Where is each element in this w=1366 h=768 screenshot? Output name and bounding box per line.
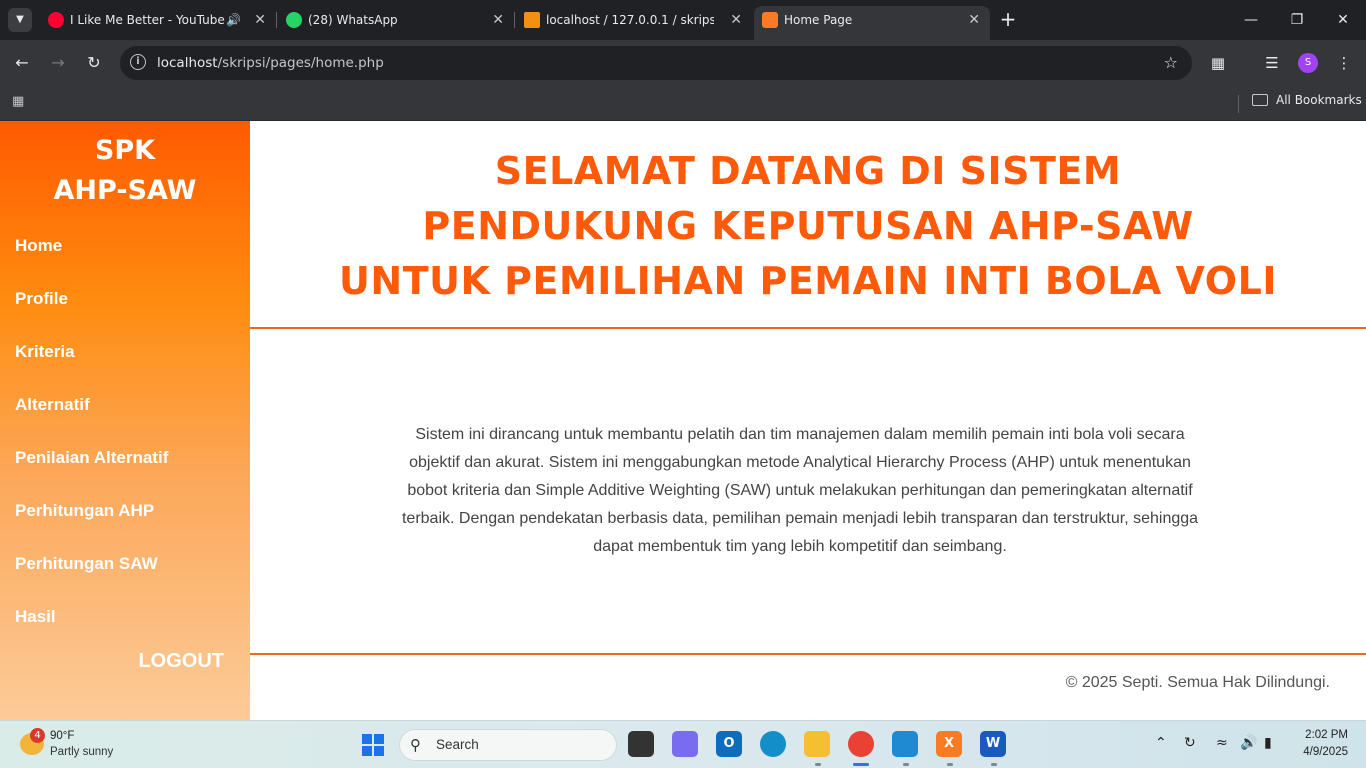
sidebar-item-penilaian-alternatif[interactable]: Penilaian Alternatif <box>15 448 168 468</box>
battery-icon[interactable]: ▮ <box>1264 735 1272 751</box>
word-icon[interactable]: W <box>980 731 1006 757</box>
media-controls-icon[interactable]: ☰ <box>1260 51 1284 75</box>
headline-line3: UNTUK PEMILIHAN PEMAIN INTI BOLA VOLI <box>339 259 1277 303</box>
sidebar: SPK AHP-SAW Home Profile Kriteria Altern… <box>0 121 250 720</box>
url-path: /skripsi/pages/home.php <box>217 55 384 71</box>
windows-start-icon[interactable] <box>362 734 384 756</box>
url-host: localhost <box>157 55 218 71</box>
tab-whatsapp[interactable]: (28) WhatsApp ✕ <box>278 6 514 34</box>
tab-title: I Like Me Better - YouTube <box>70 13 225 27</box>
search-label: Search <box>436 737 479 752</box>
chrome-icon[interactable] <box>848 731 874 757</box>
clock-date[interactable]: 4/9/2025 <box>1303 746 1348 758</box>
outlook-icon[interactable]: O <box>716 731 742 757</box>
minimize-button[interactable]: — <box>1228 0 1274 40</box>
extensions-icon[interactable]: ▦ <box>1206 51 1230 75</box>
folder-icon <box>1252 94 1268 106</box>
all-bookmarks-button[interactable]: All Bookmarks <box>1252 86 1362 114</box>
weather-desc: Partly sunny <box>50 746 114 758</box>
volume-icon[interactable]: 🔊 <box>1240 735 1257 751</box>
address-bar[interactable]: i localhost/skripsi/pages/home.php ☆ <box>120 46 1192 80</box>
sidebar-item-perhitungan-saw[interactable]: Perhitungan SAW <box>15 554 158 574</box>
close-window-button[interactable]: ✕ <box>1320 0 1366 40</box>
task-view-icon[interactable] <box>628 731 654 757</box>
profile-avatar[interactable]: S <box>1298 53 1318 73</box>
wifi-icon[interactable]: ≈ <box>1216 735 1228 751</box>
weather-badge: 4 <box>30 728 45 743</box>
bookmarks-bar: ▦ All Bookmarks <box>0 86 1366 121</box>
forward-button[interactable]: → <box>46 51 70 75</box>
running-indicator <box>947 763 953 766</box>
whatsapp-icon <box>286 12 302 28</box>
taskbar-search[interactable]: ⚲ Search <box>399 729 617 761</box>
active-indicator <box>853 763 869 766</box>
main-content: SELAMAT DATANG DI SISTEM PENDUKUNG KEPUT… <box>250 121 1366 720</box>
back-button[interactable]: ← <box>10 51 34 75</box>
system-description: Sistem ini dirancang untuk membantu pela… <box>401 426 1199 555</box>
audio-playing-icon[interactable]: 🔊 <box>226 6 241 34</box>
url-text[interactable]: localhost/skripsi/pages/home.php <box>157 46 384 80</box>
weather-temp: 90°F <box>50 730 75 742</box>
running-indicator <box>903 763 909 766</box>
search-icon: ⚲ <box>410 736 421 754</box>
brand-logo: SPK AHP-SAW <box>0 131 250 211</box>
sidebar-item-alternatif[interactable]: Alternatif <box>15 395 90 415</box>
xampp-taskbar-icon[interactable]: X <box>936 731 962 757</box>
footer-copyright: © 2025 Septi. Semua Hak Dilindungi. <box>1065 674 1330 691</box>
site-info-icon[interactable]: i <box>130 54 146 70</box>
tab-title: localhost / 127.0.0.1 / skripsi / u <box>546 13 714 27</box>
xampp-icon <box>762 12 778 28</box>
tab-home-page[interactable]: Home Page ✕ <box>754 6 990 40</box>
bookmark-star-icon[interactable]: ☆ <box>1164 46 1178 80</box>
file-explorer-icon[interactable] <box>804 731 830 757</box>
footer-divider <box>250 653 1366 655</box>
close-tab-icon[interactable]: ✕ <box>254 6 266 34</box>
header-divider <box>250 327 1366 329</box>
tab-search-button[interactable]: ▼ <box>8 8 32 32</box>
sidebar-item-home[interactable]: Home <box>15 236 62 256</box>
phpmyadmin-icon <box>524 12 540 28</box>
tab-title: (28) WhatsApp <box>308 13 398 27</box>
brand-line2: AHP-SAW <box>53 175 197 206</box>
sidebar-item-kriteria[interactable]: Kriteria <box>15 342 75 362</box>
headline-line1: SELAMAT DATANG DI SISTEM <box>494 149 1122 193</box>
bookmarks-divider <box>1238 95 1239 113</box>
tab-phpmyadmin[interactable]: localhost / 127.0.0.1 / skripsi / u ✕ <box>516 6 752 34</box>
sync-icon[interactable]: ↻ <box>1184 735 1196 751</box>
headline-line2: PENDUKUNG KEPUTUSAN AHP-SAW <box>422 204 1194 248</box>
sidebar-item-hasil[interactable]: Hasil <box>15 607 56 627</box>
close-tab-icon[interactable]: ✕ <box>730 6 742 34</box>
logout-button[interactable]: LOGOUT <box>138 650 224 673</box>
sidebar-item-profile[interactable]: Profile <box>15 289 68 309</box>
copilot-icon[interactable] <box>672 731 698 757</box>
browser-tab-strip: ▼ I Like Me Better - YouTube 🔊 ✕ (28) Wh… <box>0 0 1366 40</box>
tab-youtube[interactable]: I Like Me Better - YouTube 🔊 ✕ <box>40 6 276 34</box>
reload-button[interactable]: ↻ <box>82 51 106 75</box>
page-title: SELAMAT DATANG DI SISTEM PENDUKUNG KEPUT… <box>250 144 1366 309</box>
sidebar-item-perhitungan-ahp[interactable]: Perhitungan AHP <box>15 501 154 521</box>
new-tab-button[interactable]: + <box>996 8 1020 32</box>
edge-icon[interactable] <box>760 731 786 757</box>
running-indicator <box>991 763 997 766</box>
browser-toolbar: ← → ↻ i localhost/skripsi/pages/home.php… <box>0 40 1366 86</box>
close-tab-icon[interactable]: ✕ <box>968 6 980 34</box>
tab-divider <box>514 12 515 28</box>
apps-grid-icon[interactable]: ▦ <box>12 94 28 110</box>
vscode-icon[interactable] <box>892 731 918 757</box>
all-bookmarks-label: All Bookmarks <box>1276 93 1362 107</box>
menu-kebab-icon[interactable]: ⋮ <box>1332 51 1356 75</box>
brand-line1: SPK <box>94 135 156 166</box>
running-indicator <box>815 763 821 766</box>
tab-title: Home Page <box>784 13 853 27</box>
restore-button[interactable]: ❐ <box>1274 0 1320 40</box>
os-taskbar: 4 90°F Partly sunny ⚲ Search O X W ⌃ ↻ ≈… <box>0 720 1366 768</box>
youtube-icon <box>48 12 64 28</box>
tab-divider <box>276 12 277 28</box>
close-tab-icon[interactable]: ✕ <box>492 6 504 34</box>
clock-time[interactable]: 2:02 PM <box>1305 729 1348 741</box>
chevron-up-icon[interactable]: ⌃ <box>1155 735 1167 751</box>
